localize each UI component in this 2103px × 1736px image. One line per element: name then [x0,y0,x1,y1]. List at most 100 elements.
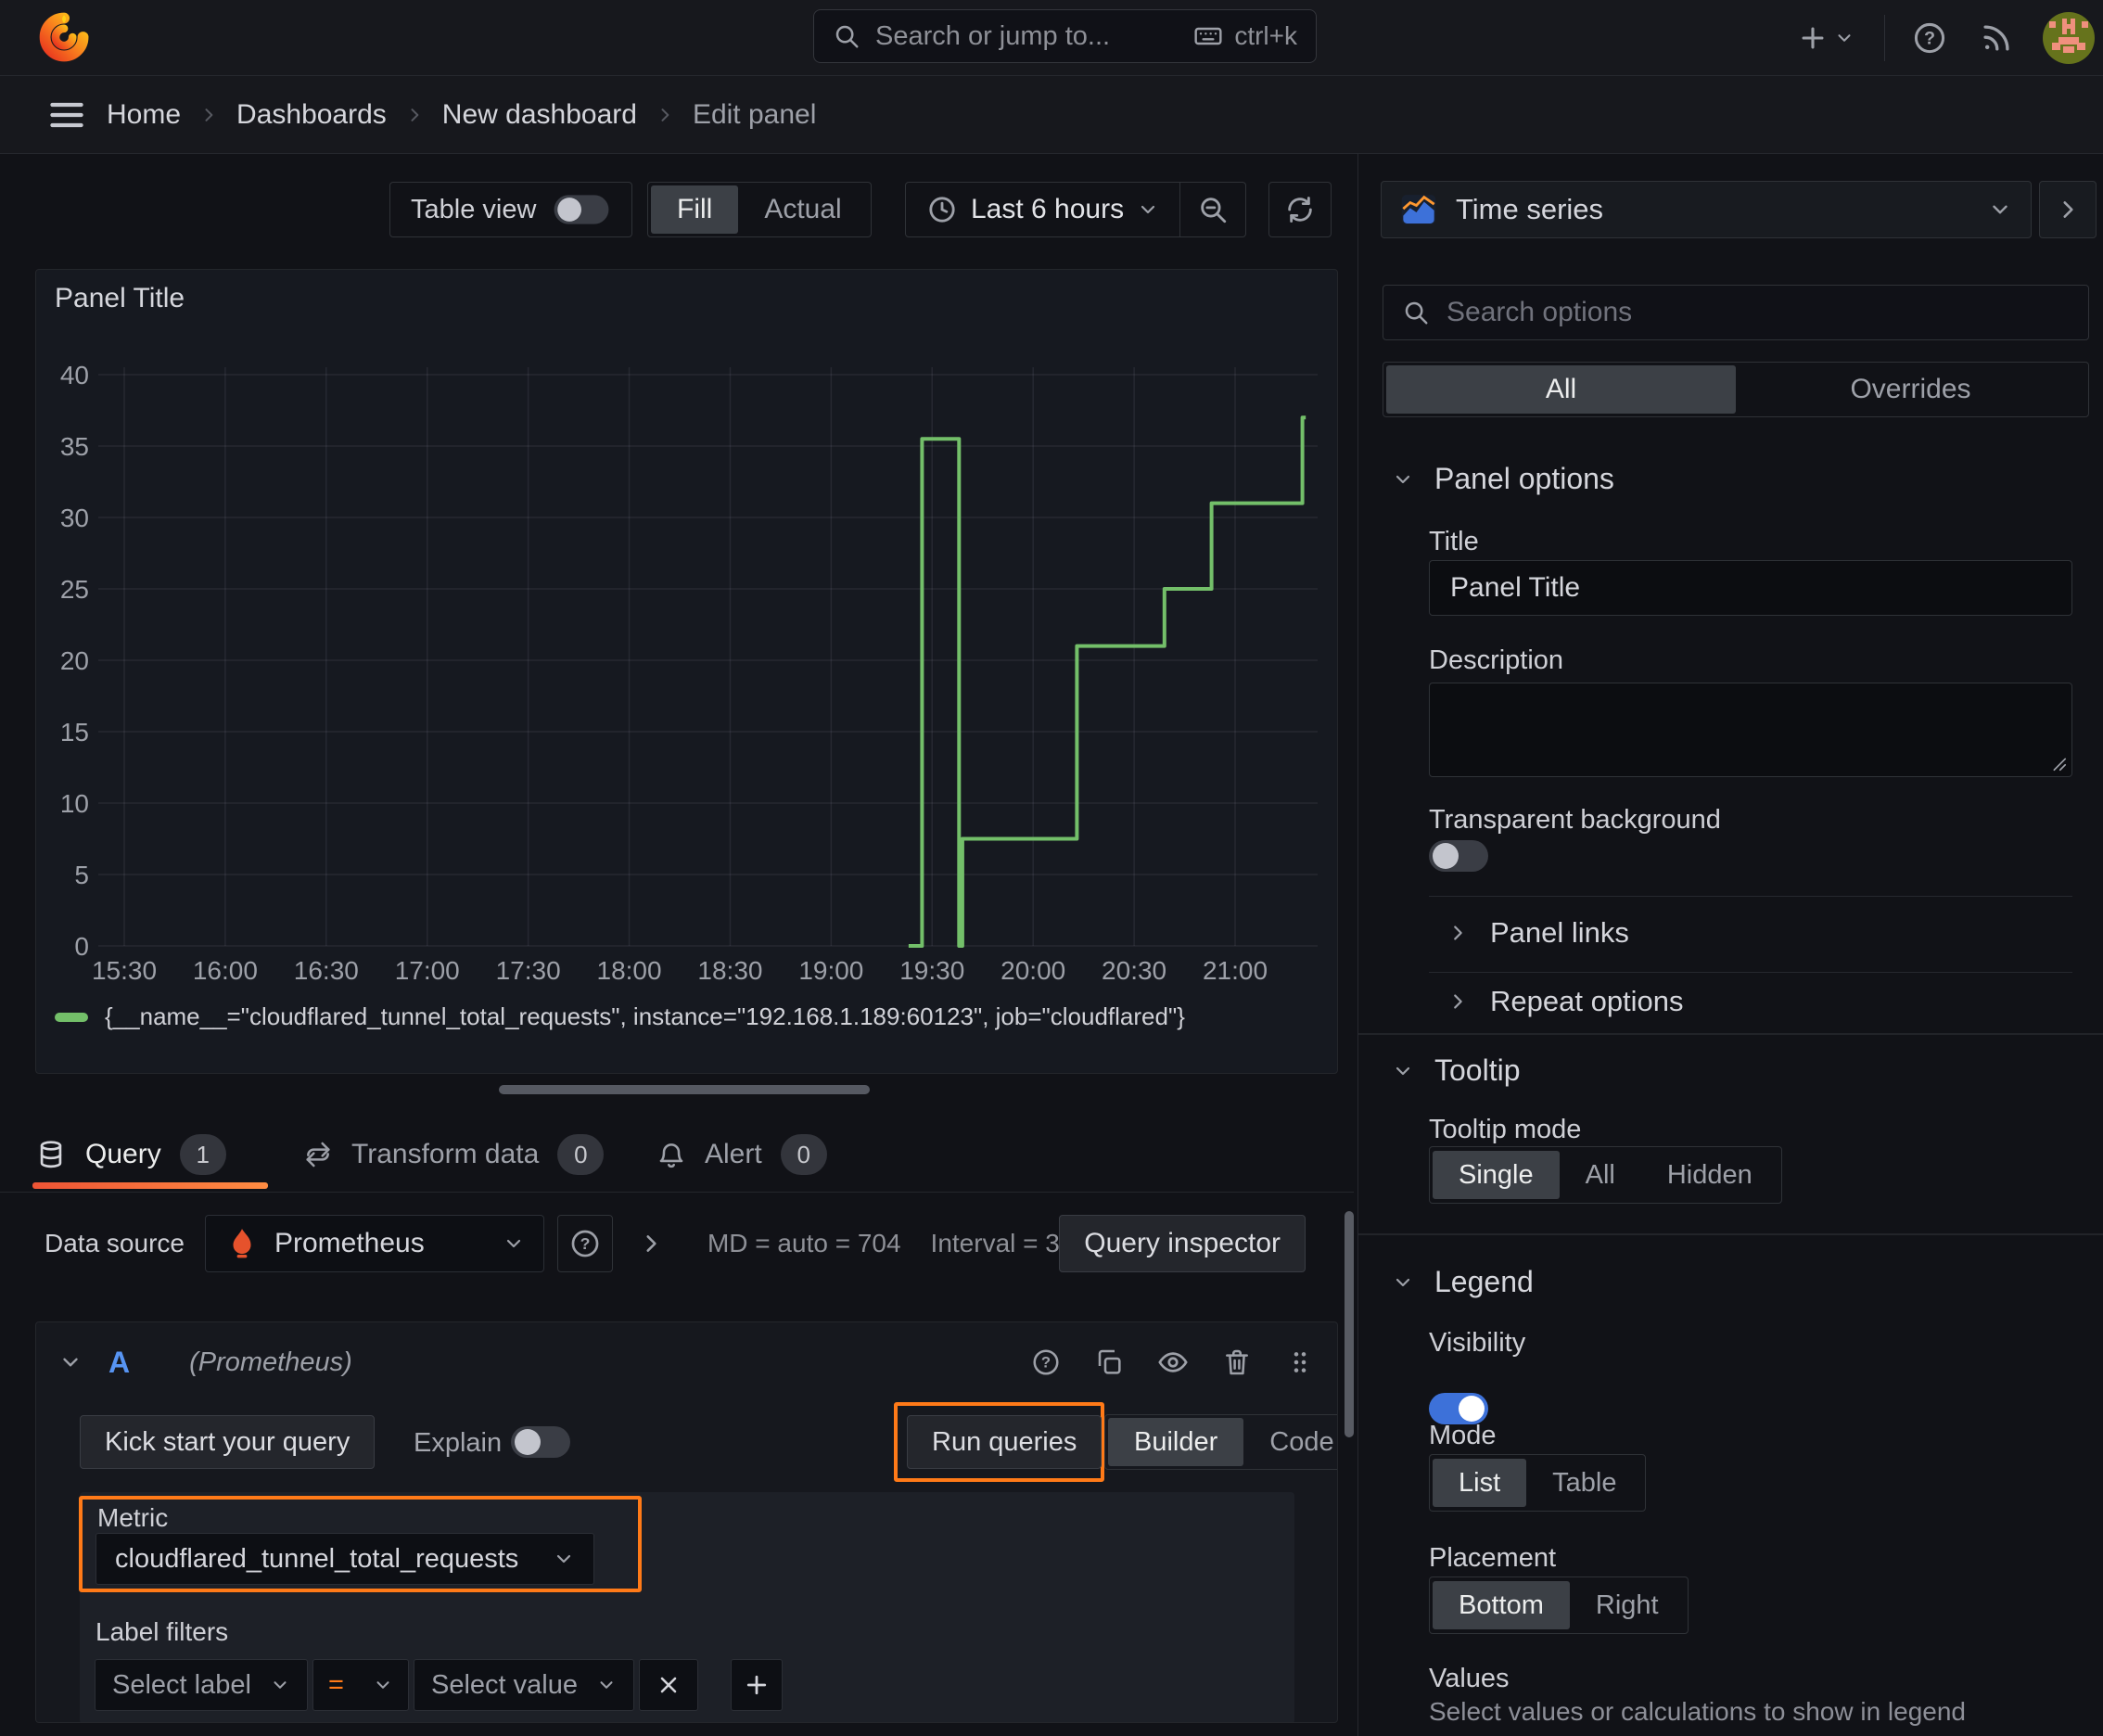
chart-legend: {__name__="cloudflared_tunnel_total_requ… [55,1002,1185,1031]
bell-icon [656,1140,686,1169]
select-label-placeholder: Select label [112,1669,251,1700]
datasource-label: Data source [45,1229,185,1257]
datasource-help-button[interactable] [556,1215,613,1272]
options-sidebar: Time series Search options All Overrides… [1357,154,2103,1736]
fill-option[interactable]: Fill [651,185,739,234]
resize-handle-icon[interactable] [2047,752,2068,772]
breadcrumb-new-dashboard[interactable]: New dashboard [442,99,637,131]
panel-options-heading: Panel options [1434,462,1614,495]
select-value-dropdown[interactable]: Select value [414,1659,634,1711]
select-label-dropdown[interactable]: Select label [95,1659,308,1711]
mega-menu-icon[interactable] [46,95,87,135]
svg-text:15: 15 [60,718,89,747]
viz-suggestions-button[interactable] [2039,181,2097,238]
tab-alert-label: Alert [705,1139,762,1169]
svg-text:40: 40 [60,361,89,389]
svg-text:19:00: 19:00 [798,956,863,985]
viz-picker[interactable]: Time series [1381,181,2032,238]
time-series-chart[interactable]: 0 5 10 15 20 25 30 35 40 15:30 16:00 16:30 17:00 17:3… [36,270,1339,1075]
svg-text:17:00: 17:00 [395,956,460,985]
time-range-button[interactable]: Last 6 hours [906,183,1179,236]
new-menu-button[interactable] [1797,20,1854,56]
explain-label: Explain [414,1428,503,1458]
builder-option[interactable]: Builder [1108,1418,1244,1466]
drag-query-icon[interactable] [1285,1347,1315,1377]
tab-transform[interactable]: Transform data 0 [303,1124,605,1185]
legend-series-label[interactable]: {__name__="cloudflared_tunnel_total_requ… [105,1002,1185,1031]
run-queries-button[interactable]: Run queries [907,1415,1102,1469]
top-nav-bar: Search or jump to... ctrl+k [0,0,2103,76]
code-option[interactable]: Code [1243,1418,1337,1466]
datasource-name: Prometheus [274,1228,425,1258]
tooltip-mode-all[interactable]: All [1560,1151,1641,1199]
panel-options-header[interactable]: Panel options [1392,462,1614,496]
legend-mode-list[interactable]: List [1433,1459,1527,1507]
user-avatar[interactable] [2043,12,2095,64]
tab-alert[interactable]: Alert 0 [656,1124,827,1185]
zoom-out-button[interactable] [1180,183,1245,236]
chevron-right-icon [1447,923,1468,943]
datasource-picker[interactable]: Prometheus [204,1215,544,1272]
help-icon[interactable] [1912,20,1947,56]
delete-query-icon[interactable] [1222,1347,1252,1377]
search-options-input[interactable]: Search options [1383,285,2089,340]
svg-text:35: 35 [60,432,89,461]
global-search-box[interactable]: Search or jump to... ctrl+k [813,9,1317,63]
svg-text:16:00: 16:00 [193,956,258,985]
options-tabs: All Overrides [1383,362,2089,417]
tooltip-header[interactable]: Tooltip [1392,1053,1521,1088]
breadcrumb-home[interactable]: Home [107,99,181,131]
title-input[interactable]: Panel Title [1429,560,2072,616]
tab-overrides[interactable]: Overrides [1736,365,2085,414]
legend-placement-right[interactable]: Right [1570,1581,1685,1629]
legend-placement-bottom[interactable]: Bottom [1433,1581,1570,1629]
chevron-right-icon [1447,991,1468,1012]
duplicate-query-icon[interactable] [1094,1347,1124,1377]
table-view-toggle[interactable] [554,195,609,224]
search-icon [1402,299,1430,326]
legend-header[interactable]: Legend [1392,1265,1534,1299]
tab-query[interactable]: Query 1 [35,1124,226,1185]
query-inspector-button[interactable]: Query inspector [1059,1215,1306,1272]
panel-links-header[interactable]: Panel links [1447,916,1629,950]
scrollbar-thumb[interactable] [1345,1211,1354,1437]
legend-mode-table[interactable]: Table [1526,1459,1642,1507]
transparent-bg-toggle[interactable] [1429,840,1488,872]
tooltip-mode-hidden[interactable]: Hidden [1641,1151,1778,1199]
chevron-right-icon [2056,198,2080,222]
grafana-logo[interactable] [37,11,89,63]
query-ref-id: A [108,1345,131,1379]
active-tab-underline [32,1182,268,1189]
clock-icon [926,194,958,225]
collapse-query-icon[interactable] [58,1350,83,1374]
breadcrumb-dashboards[interactable]: Dashboards [236,99,387,131]
tab-query-count: 1 [179,1134,226,1175]
chevron-down-icon [1392,468,1414,491]
chevron-down-icon [1392,1060,1414,1082]
legend-series-swatch[interactable] [55,1012,88,1022]
tooltip-mode-single[interactable]: Single [1433,1151,1560,1199]
actual-option[interactable]: Actual [738,185,867,234]
metric-select[interactable]: cloudflared_tunnel_total_requests [96,1533,594,1585]
expand-options-icon[interactable] [639,1232,663,1256]
kick-start-button[interactable]: Kick start your query [80,1415,376,1469]
explain-toggle[interactable] [511,1426,570,1458]
legend-mode-segmented: List Table [1429,1454,1647,1512]
add-filter-button[interactable] [731,1659,783,1711]
refresh-button[interactable] [1268,182,1332,237]
legend-visibility-toggle[interactable] [1429,1393,1488,1424]
repeat-options-header[interactable]: Repeat options [1447,985,1684,1018]
description-textarea[interactable] [1429,683,2072,777]
keyboard-icon [1193,21,1223,51]
query-help-icon[interactable] [1031,1347,1061,1377]
panel-resize-handle[interactable] [499,1085,870,1094]
operator-dropdown[interactable]: = [312,1659,409,1711]
operator-value: = [328,1669,344,1700]
news-rss-icon[interactable] [1979,20,2014,56]
search-options-placeholder: Search options [1447,297,1633,327]
query-row-header[interactable]: A (Prometheus) [36,1322,1337,1402]
remove-filter-button[interactable] [639,1659,698,1711]
tab-all[interactable]: All [1386,365,1736,414]
query-row-card: A (Prometheus) Kick start your query Exp… [35,1321,1338,1723]
toggle-visibility-icon[interactable] [1157,1347,1189,1378]
